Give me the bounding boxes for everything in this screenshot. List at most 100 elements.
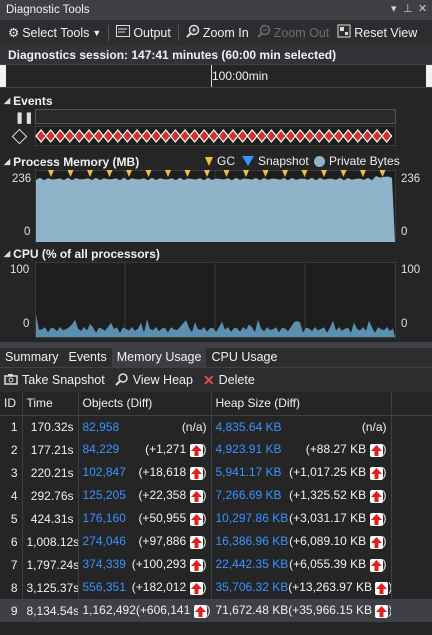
- objects-diff[interactable]: (+22,358: [138, 488, 186, 502]
- col-header-id[interactable]: ID: [0, 392, 23, 416]
- pause-icon[interactable]: ❚❚: [15, 111, 33, 124]
- objects-diff[interactable]: (n/a): [182, 420, 207, 434]
- cell-time: 1,797.24s: [22, 553, 79, 576]
- heap-link[interactable]: 7,266.69 KB: [216, 488, 282, 502]
- cell-time: 3,125.37s: [22, 576, 79, 599]
- zoom-in-button[interactable]: Zoom In: [182, 22, 253, 44]
- reset-view-button[interactable]: Reset View: [333, 22, 421, 44]
- heap-diff[interactable]: (+1,325.52 KB: [289, 488, 366, 502]
- pin-icon[interactable]: ⊥: [403, 2, 413, 15]
- heap-diff[interactable]: (+88.27 KB: [306, 442, 366, 456]
- increase-arrow-icon: [193, 604, 207, 618]
- col-header-time[interactable]: Time: [22, 392, 79, 416]
- increase-arrow-icon: [375, 581, 389, 595]
- heap-diff[interactable]: (n/a): [362, 420, 387, 434]
- objects-link[interactable]: 102,847: [83, 465, 126, 479]
- memory-header[interactable]: ◢ Process Memory (MB) GC Snapshot Privat…: [0, 153, 432, 170]
- tab-cpu-usage[interactable]: CPU Usage: [206, 348, 282, 367]
- diamond-icon[interactable]: [11, 128, 28, 145]
- objects-link[interactable]: 176,160: [83, 511, 126, 525]
- heap-link[interactable]: 4,835.64 KB: [216, 420, 282, 434]
- cpu-ymin-left: 0: [23, 318, 30, 330]
- table-row[interactable]: 3 220.21s 102,847 (+18,618 ) 5,941.17 KB (+1,…: [0, 461, 432, 484]
- cpu-header[interactable]: ◢ CPU (% of all processors): [0, 245, 432, 262]
- increase-arrow-icon: [369, 558, 383, 572]
- objects-link[interactable]: 84,229: [83, 442, 120, 456]
- take-snapshot-button[interactable]: Take Snapshot: [4, 373, 105, 388]
- heap-diff[interactable]: (+1,017.25 KB: [289, 465, 366, 479]
- session-info: Diagnostics session: 147:41 minutes (60:…: [0, 45, 432, 64]
- zoom-out-button[interactable]: Zoom Out: [253, 22, 334, 44]
- table-header-row: ID Time Objects (Diff) Heap Size (Diff): [0, 392, 432, 416]
- private-bytes-area: [36, 176, 395, 242]
- events-header[interactable]: ◢ Events: [0, 92, 432, 109]
- table-row[interactable]: 2 177.21s 84,229 (+1,271 ) 4,923.91 KB (+88.2…: [0, 438, 432, 461]
- objects-link[interactable]: 374,339: [83, 557, 126, 571]
- heap-diff[interactable]: (+6,055.39 KB: [289, 557, 366, 571]
- close-icon[interactable]: ✕: [418, 2, 427, 15]
- col-header-objects[interactable]: Objects (Diff): [78, 392, 212, 416]
- table-row[interactable]: 4 292.76s 125,205 (+22,358 ) 7,266.69 KB (+1,…: [0, 484, 432, 507]
- cell-filler: [391, 507, 432, 530]
- zoom-in-icon: [186, 24, 200, 41]
- objects-diff[interactable]: (+100,293: [132, 557, 186, 571]
- cpu-chart[interactable]: [35, 262, 396, 338]
- heap-diff[interactable]: (+35,966.15 KB: [288, 603, 372, 617]
- window-dropdown-icon[interactable]: ▾: [391, 2, 397, 15]
- table-row[interactable]: 8 3,125.37s 556,351 (+182,012 ) 35,706.32 KB…: [0, 576, 432, 599]
- view-heap-button[interactable]: View Heap: [114, 372, 193, 389]
- objects-diff[interactable]: (+50,955: [138, 511, 186, 525]
- objects-diff[interactable]: (+18,618: [138, 465, 186, 479]
- table-row[interactable]: 9 8,134.54s 1,162,492 (+606,141 ) 71,672.48 …: [0, 599, 432, 622]
- table-row[interactable]: 7 1,797.24s 374,339 (+100,293 ) 22,442.35 KB…: [0, 553, 432, 576]
- collapse-triangle-icon: ◢: [4, 96, 11, 105]
- heap-link[interactable]: 4,923.91 KB: [216, 442, 282, 456]
- snapshot-table: ID Time Objects (Diff) Heap Size (Diff) …: [0, 392, 432, 622]
- tab-summary[interactable]: Summary: [0, 348, 63, 367]
- ruler-left-handle[interactable]: [0, 65, 6, 87]
- cell-id: 9: [0, 599, 23, 622]
- time-ruler[interactable]: 100:00min: [0, 64, 432, 88]
- col-header-heap[interactable]: Heap Size (Diff): [211, 392, 392, 416]
- heap-diff[interactable]: (+3,031.17 KB: [289, 511, 366, 525]
- objects-diff[interactable]: (+1,271: [145, 442, 186, 456]
- heap-link[interactable]: 71,672.48 KB: [216, 603, 289, 617]
- memory-chart[interactable]: [35, 170, 396, 242]
- table-row[interactable]: 1 170.32s 82,958 (n/a) 4,835.64 KB (n/a): [0, 415, 432, 438]
- objects-link[interactable]: 82,958: [83, 420, 120, 434]
- objects-link[interactable]: 1,162,492: [83, 603, 136, 617]
- objects-diff[interactable]: (+606,141: [136, 603, 190, 617]
- objects-link[interactable]: 125,205: [83, 488, 126, 502]
- memory-ymin-left: 0: [24, 226, 31, 238]
- heap-link[interactable]: 10,297.86 KB: [216, 511, 289, 525]
- tab-memory-usage[interactable]: Memory Usage: [111, 348, 207, 367]
- heap-link[interactable]: 16,386.96 KB: [216, 534, 289, 548]
- objects-link[interactable]: 274,046: [83, 534, 126, 548]
- ruler-right-handle[interactable]: [426, 65, 432, 87]
- cell-time: 424.31s: [22, 507, 79, 530]
- cell-filler: [391, 461, 432, 484]
- heap-link[interactable]: 22,442.35 KB: [216, 557, 289, 571]
- select-tools-button[interactable]: ⚙ Select Tools ▼: [4, 22, 105, 44]
- heap-diff[interactable]: (+13,263.97 KB: [288, 580, 372, 594]
- heap-diff[interactable]: (+6,089.10 KB: [289, 534, 366, 548]
- output-button[interactable]: Output: [112, 22, 175, 44]
- table-row[interactable]: 5 424.31s 176,160 (+50,955 ) 10,297.86 KB (+3…: [0, 507, 432, 530]
- memory-ymax-left: 236: [12, 173, 32, 185]
- cell-filler: [391, 530, 432, 553]
- memory-ymax-right: 236: [401, 173, 421, 185]
- objects-diff[interactable]: (+97,886: [138, 534, 186, 548]
- delete-button[interactable]: ✕ Delete: [203, 372, 255, 389]
- objects-link[interactable]: 556,351: [83, 580, 126, 594]
- increase-arrow-icon: [189, 558, 203, 572]
- tab-events[interactable]: Events: [63, 348, 111, 367]
- heap-link[interactable]: 35,706.32 KB: [216, 580, 289, 594]
- cell-id: 7: [0, 553, 23, 576]
- cell-time: 292.76s: [22, 484, 79, 507]
- cell-filler: [391, 599, 432, 622]
- table-row[interactable]: 6 1,008.12s 274,046 (+97,886 ) 16,386.96 KB(…: [0, 530, 432, 553]
- heap-link[interactable]: 5,941.17 KB: [216, 465, 282, 479]
- increase-arrow-icon: [369, 443, 383, 457]
- cell-time: 8,134.54s: [22, 599, 79, 622]
- objects-diff[interactable]: (+182,012: [132, 580, 186, 594]
